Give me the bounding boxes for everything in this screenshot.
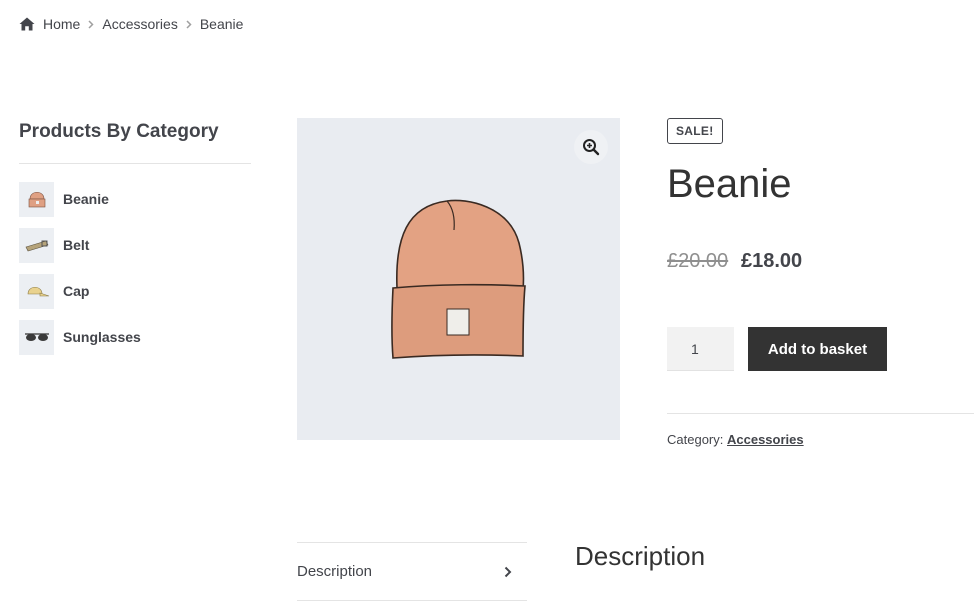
chevron-right-icon	[88, 19, 94, 29]
tabs-divider	[297, 600, 527, 601]
quantity-input[interactable]	[667, 327, 734, 371]
breadcrumb-current: Beanie	[199, 16, 244, 32]
category-item-belt[interactable]: Belt	[19, 227, 251, 263]
beanie-illustration	[391, 199, 526, 359]
sidebar-divider	[19, 163, 251, 164]
category-item-sunglasses[interactable]: Sunglasses	[19, 319, 251, 355]
tab-label[interactable]: Description	[297, 563, 372, 580]
product-title: Beanie	[667, 162, 792, 206]
cap-thumbnail[interactable]	[19, 273, 54, 309]
description-heading: Description	[575, 541, 706, 571]
category-item-beanie[interactable]: Beanie	[19, 181, 251, 217]
beanie-thumbnail[interactable]	[19, 181, 54, 217]
category-label[interactable]: Cap	[63, 283, 89, 299]
category-item-cap[interactable]: Cap	[19, 273, 251, 309]
category-meta-label: Category:	[667, 432, 724, 447]
sunglasses-thumbnail[interactable]	[19, 319, 54, 355]
sale-badge: SALE!	[667, 118, 723, 144]
summary-divider	[667, 413, 974, 414]
product-category-meta: Category: Accessories	[667, 432, 804, 447]
category-label[interactable]: Beanie	[63, 191, 109, 207]
original-price: £20.00	[667, 250, 729, 272]
breadcrumb: Home Accessories Beanie	[19, 15, 243, 33]
add-to-basket-button[interactable]: Add to basket	[748, 327, 887, 371]
category-meta-link[interactable]: Accessories	[727, 432, 804, 447]
breadcrumb-home-link[interactable]: Home	[43, 16, 80, 32]
product-image[interactable]	[297, 118, 620, 440]
sale-price: £18.00	[741, 250, 803, 272]
breadcrumb-accessories-link[interactable]: Accessories	[102, 16, 177, 32]
sidebar-title: Products By Category	[19, 121, 219, 142]
chevron-right-icon	[504, 566, 512, 578]
belt-thumbnail[interactable]	[19, 227, 54, 263]
category-list: Beanie Belt Cap Sunglasses	[19, 181, 251, 365]
tab-description[interactable]: Description	[297, 543, 527, 600]
category-label[interactable]: Belt	[63, 237, 89, 253]
category-label[interactable]: Sunglasses	[63, 329, 141, 345]
chevron-right-icon	[186, 19, 192, 29]
home-icon[interactable]	[19, 17, 35, 31]
